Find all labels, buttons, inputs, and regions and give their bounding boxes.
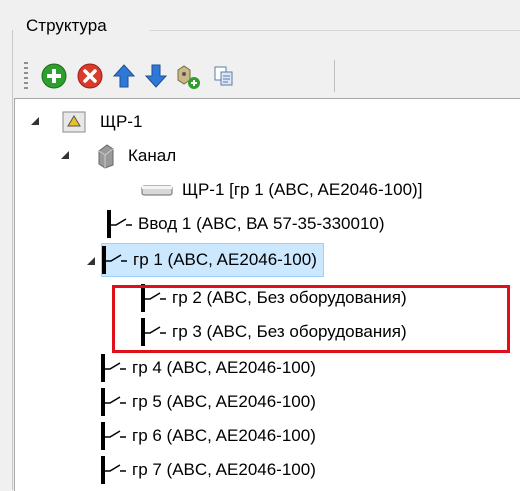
copy-button[interactable] — [210, 62, 238, 90]
panel-header: Структура — [0, 8, 520, 44]
blue-down-arrow-icon — [144, 64, 168, 88]
breaker-symbol-icon — [101, 354, 126, 382]
toolbar-separator — [334, 60, 335, 92]
panel-board-icon — [62, 111, 86, 133]
tree-node-channel[interactable]: Канал — [93, 139, 179, 173]
breaker-symbol-icon — [101, 388, 126, 416]
panel-border — [12, 30, 13, 490]
green-plus-icon — [41, 63, 67, 89]
device-add-icon — [177, 65, 200, 89]
node-label: гр 1 (ABC, AE2046-100) — [133, 250, 317, 269]
tree-node-group5[interactable]: гр 5 (ABC, AE2046-100) — [101, 385, 319, 419]
expander-root[interactable] — [31, 117, 41, 127]
node-label: ЩР-1 — [100, 112, 143, 131]
breaker-symbol-icon — [102, 246, 127, 274]
move-up-button[interactable] — [110, 62, 138, 90]
node-label: гр 7 (ABC, AE2046-100) — [132, 460, 316, 479]
expander-group1[interactable] — [87, 257, 97, 267]
delete-button[interactable] — [76, 62, 104, 90]
tree-node-group6[interactable]: гр 6 (ABC, AE2046-100) — [101, 419, 319, 453]
node-label: гр 5 (ABC, AE2046-100) — [132, 392, 316, 411]
cable-channel-icon — [98, 144, 114, 169]
expanded-triangle-icon — [61, 151, 69, 159]
toolbar — [14, 52, 520, 98]
move-down-button[interactable] — [142, 62, 170, 90]
toolbar-grip[interactable] — [24, 62, 28, 90]
red-x-icon — [77, 63, 103, 89]
expanded-triangle-icon — [31, 117, 39, 125]
panel-title: Структура — [26, 16, 107, 35]
node-label: гр 6 (ABC, AE2046-100) — [132, 426, 316, 445]
tree-node-input[interactable]: Ввод 1 (ABC, ВА 57-35-330010) — [107, 207, 388, 241]
tree-node-busbar[interactable]: ЩР-1 [гр 1 (ABC, AE2046-100)] — [141, 173, 425, 207]
busbar-icon — [141, 185, 173, 196]
expanded-triangle-icon — [87, 257, 95, 265]
tree-node-group1[interactable]: гр 1 (ABC, AE2046-100) — [101, 243, 324, 277]
tree-node-group4[interactable]: гр 4 (ABC, AE2046-100) — [101, 351, 319, 385]
tree-node-root[interactable]: ЩР-1 — [59, 105, 145, 139]
breaker-symbol-icon — [107, 210, 132, 238]
breaker-symbol-icon — [101, 456, 126, 484]
breaker-symbol-icon — [101, 422, 126, 450]
node-label: Канал — [128, 146, 177, 165]
expander-channel[interactable] — [61, 151, 71, 161]
structure-panel: Структура ЩР-1 Канал ЩР-1 [гр 1 (ABC, AE… — [0, 0, 520, 491]
add-equipment-button[interactable] — [174, 62, 202, 90]
selection-highlight: гр 1 (ABC, AE2046-100) — [101, 243, 324, 277]
add-button[interactable] — [40, 62, 68, 90]
blue-up-arrow-icon — [112, 64, 136, 88]
red-highlight-box — [112, 285, 510, 353]
header-divider — [150, 30, 520, 31]
tree-node-group7[interactable]: гр 7 (ABC, AE2046-100) — [101, 453, 319, 487]
node-label: гр 4 (ABC, AE2046-100) — [132, 358, 316, 377]
copy-icon — [214, 66, 233, 86]
node-label: Ввод 1 (ABC, ВА 57-35-330010) — [138, 214, 385, 233]
node-label: ЩР-1 [гр 1 (ABC, AE2046-100)] — [182, 180, 423, 199]
